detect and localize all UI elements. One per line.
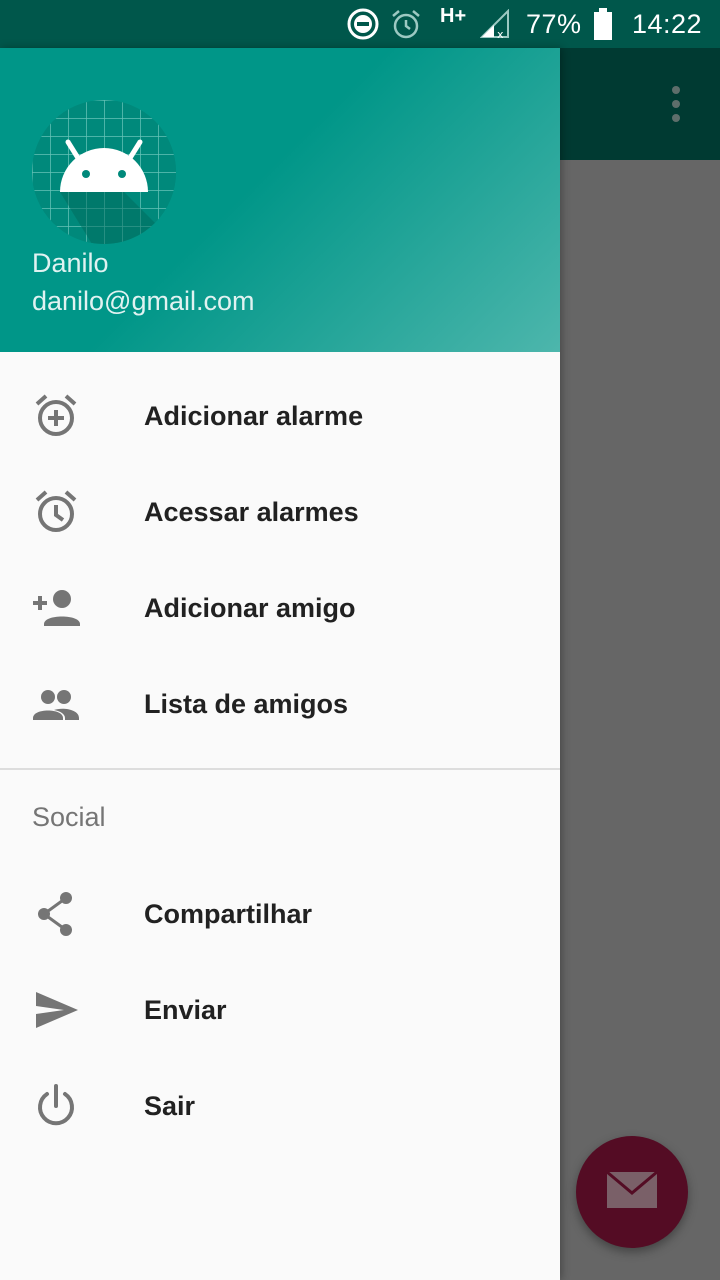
menu-item-friends-list[interactable]: Lista de amigos [0,656,560,752]
power-icon [32,1082,80,1130]
status-bar: H+ x 77% 14:22 [0,0,720,48]
more-vert-icon[interactable] [664,84,688,124]
menu-item-alarms[interactable]: Acessar alarmes [0,464,560,560]
alarm-add-icon [32,392,80,440]
menu-item-add-alarm[interactable]: Adicionar alarme [0,368,560,464]
people-icon [32,680,80,728]
menu-item-label: Adicionar amigo [144,592,356,623]
app-toolbar [560,48,720,160]
network-type: H+ [440,4,467,27]
email-icon [606,1170,658,1214]
person-add-icon [32,584,80,632]
menu-item-share[interactable]: Compartilhar [0,866,560,962]
share-icon [32,890,80,938]
signal-icon: x [480,0,510,48]
alarm-icon [32,488,80,536]
battery-icon [594,0,612,48]
alarm-icon [390,0,422,48]
menu-item-add-friend[interactable]: Adicionar amigo [0,560,560,656]
user-name: Danilo [32,248,109,278]
user-email: danilo@gmail.com [32,286,255,316]
section-header: Social [32,802,106,832]
divider [0,768,560,770]
android-icon[interactable] [32,100,176,244]
clock: 14:22 [632,8,703,39]
scrim[interactable] [560,160,720,1280]
menu-item-send[interactable]: Enviar [0,962,560,1058]
menu-item-label: Acessar alarmes [144,496,359,527]
do-not-disturb-icon [346,0,380,48]
menu-item-label: Enviar [144,994,227,1025]
svg-text:x: x [497,28,504,39]
battery-percent: 77% [526,8,582,39]
drawer-header: Danilo danilo@gmail.com [0,48,560,352]
menu-item-logout[interactable]: Sair [0,1058,560,1154]
send-icon [32,986,80,1034]
email-fab-button[interactable] [576,1136,688,1248]
menu-item-label: Adicionar alarme [144,400,364,431]
menu-item-label: Compartilhar [144,898,313,929]
menu-item-label: Sair [144,1090,196,1121]
menu-item-label: Lista de amigos [144,688,349,719]
navigation-drawer: Danilo danilo@gmail.com Adicionar alarme… [0,48,560,1280]
